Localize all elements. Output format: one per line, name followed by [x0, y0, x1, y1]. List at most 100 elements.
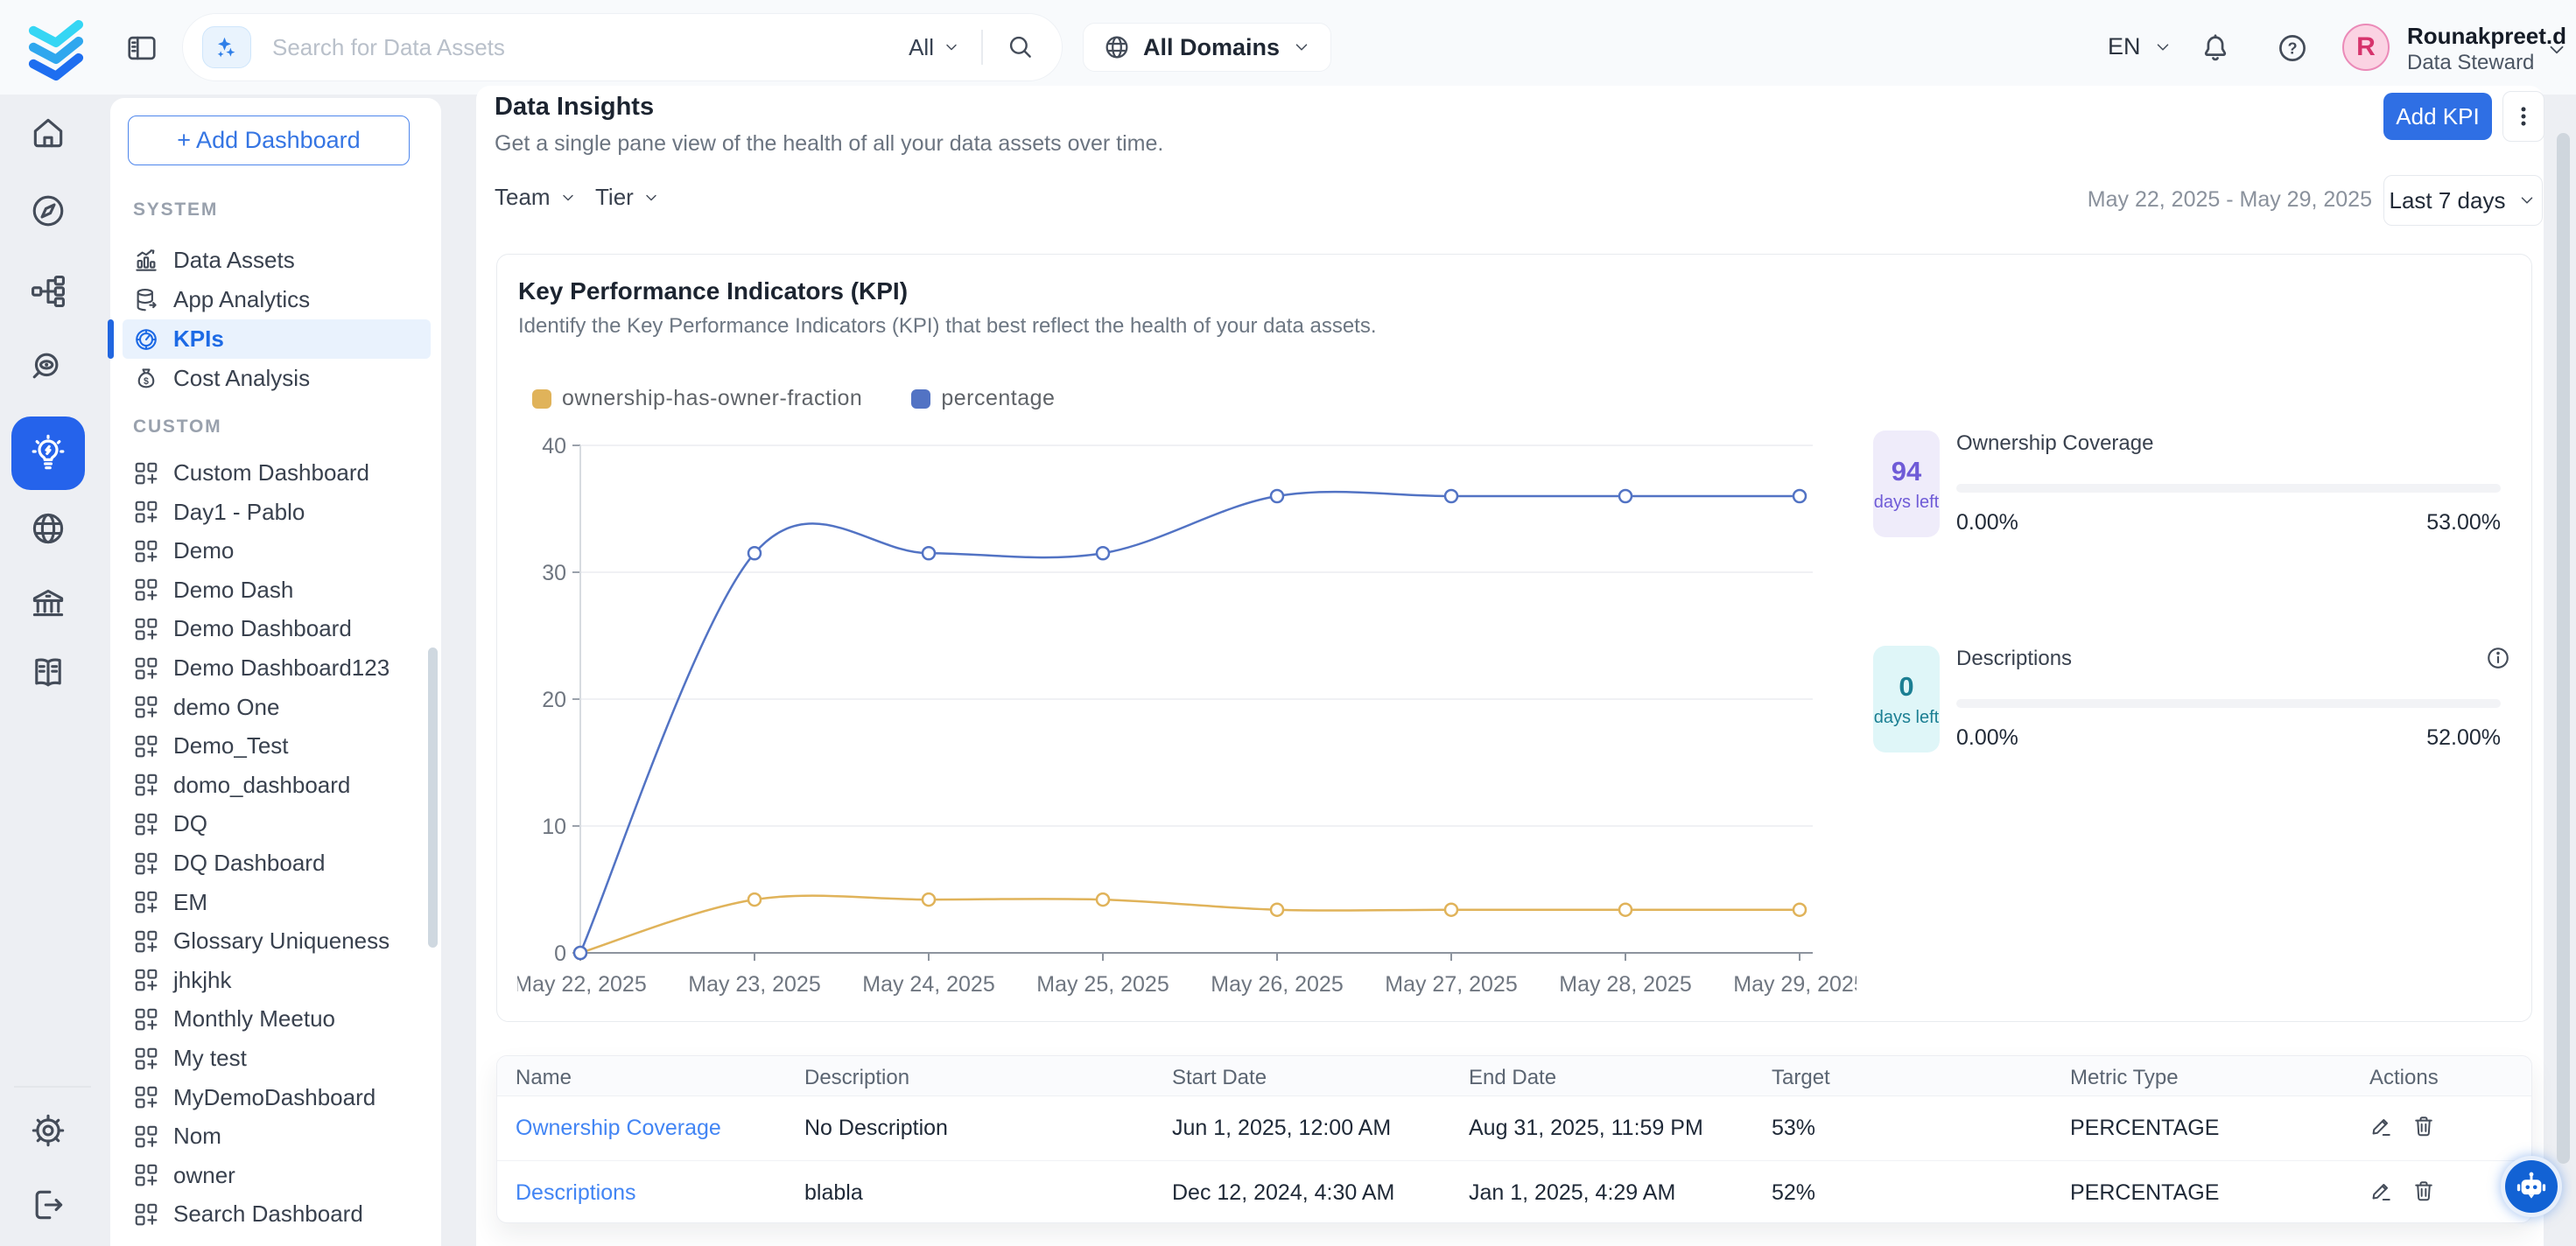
governance-bank-icon[interactable] [29, 584, 67, 622]
page-subtitle: Get a single pane view of the health of … [495, 131, 1163, 157]
top-bar: All All Domains EN [0, 0, 2576, 94]
sidebar-item-custom-dashboard[interactable]: Custom Dashboard [123, 453, 431, 493]
info-icon[interactable] [2485, 645, 2511, 671]
sidebar-item-cost-analysis[interactable]: $ Cost Analysis [123, 359, 431, 398]
globe-icon[interactable] [29, 509, 67, 548]
col-header-target: Target [1772, 1066, 1830, 1090]
chevron-down-icon [2517, 191, 2537, 210]
docs-book-icon[interactable] [29, 654, 67, 692]
global-search-bar[interactable]: All [182, 13, 1063, 81]
days-left-badge: 0 days left [1873, 646, 1940, 752]
tier-filter-label: Tier [595, 184, 634, 211]
sidebar-item-day1-pablo[interactable]: Day1 - Pablo [123, 493, 431, 532]
tier-filter-dropdown[interactable]: Tier [595, 184, 660, 211]
time-range-dropdown[interactable]: Last 7 days [2383, 175, 2543, 226]
kpi-end-date-cell: Jan 1, 2025, 4:29 AM [1469, 1180, 1675, 1206]
add-kpi-button[interactable]: Add KPI [2383, 93, 2492, 140]
chevron-down-icon [2153, 38, 2172, 57]
search-icon[interactable] [1006, 32, 1035, 62]
progress-target: 52.00% [2426, 725, 2501, 751]
sidebar-item-jhkjhk[interactable]: jhkjhk [123, 961, 431, 1000]
dashboards-sidebar: + Add Dashboard SYSTEM Data Assets App A… [110, 98, 441, 1246]
svg-text:$: $ [144, 376, 149, 387]
search-scope-dropdown[interactable]: All [909, 34, 960, 61]
chevron-down-icon [642, 189, 660, 206]
delete-trash-icon[interactable] [2411, 1179, 2436, 1203]
svg-text:May 26, 2025: May 26, 2025 [1211, 972, 1344, 997]
team-filter-dropdown[interactable]: Team [495, 184, 577, 211]
col-header-actions: Actions [2369, 1066, 2439, 1090]
kpi-line-chart[interactable]: 010203040May 22, 2025May 23, 2025May 24,… [517, 410, 1857, 998]
svg-text:30: 30 [542, 561, 566, 585]
sidebar-item-label: Cost Analysis [173, 365, 310, 392]
progress-current: 0.00% [1956, 725, 2018, 751]
app-logo-icon[interactable] [19, 14, 93, 80]
language-selector[interactable]: EN [2108, 33, 2172, 60]
search-input[interactable] [270, 33, 888, 62]
notifications-bell-icon[interactable] [2199, 32, 2232, 65]
sidebar-item-em[interactable]: EM [123, 883, 431, 922]
globe-icon [1103, 33, 1131, 61]
sidebar-item-kpis[interactable]: KPIs [123, 319, 431, 359]
help-icon[interactable]: ? [2276, 32, 2309, 65]
sidebar-toggle-icon[interactable] [124, 32, 159, 65]
sidebar-item-nom[interactable]: Nom [123, 1116, 431, 1156]
sidebar-item-glossary-uniqueness[interactable]: Glossary Uniqueness [123, 921, 431, 961]
sidebar-item-domo-dashboard[interactable]: domo_dashboard [123, 766, 431, 805]
user-avatar[interactable]: R [2342, 24, 2390, 71]
sidebar-item-label: App Analytics [173, 286, 310, 313]
domain-selector-label: All Domains [1143, 34, 1280, 61]
more-options-kebab-button[interactable] [2502, 91, 2544, 142]
sidebar-item-monthly-meetuo[interactable]: Monthly Meetuo [123, 999, 431, 1039]
kpi-metric-type-cell: PERCENTAGE [2070, 1180, 2219, 1206]
sidebar-item-dq[interactable]: DQ [123, 804, 431, 844]
kpi-table: Name Description Start Date End Date Tar… [496, 1055, 2532, 1223]
sidebar-item-owner[interactable]: owner [123, 1156, 431, 1195]
sidebar-item-label: Data Assets [173, 247, 295, 274]
compass-icon[interactable] [29, 192, 67, 230]
discover-eye-search-icon[interactable] [29, 348, 67, 387]
domain-selector[interactable]: All Domains [1083, 23, 1331, 72]
kebab-dots-icon [2510, 103, 2537, 130]
progress-target: 53.00% [2426, 510, 2501, 536]
edit-pencil-icon[interactable] [2369, 1114, 2394, 1138]
sidebar-scrollbar[interactable] [428, 648, 438, 948]
home-icon[interactable] [29, 114, 67, 152]
ai-sparkle-icon[interactable] [202, 26, 251, 68]
lineage-icon[interactable] [29, 272, 67, 311]
sidebar-item-demo-dash[interactable]: Demo Dash [123, 570, 431, 610]
sidebar-item-data-assets[interactable]: Data Assets [123, 241, 431, 280]
svg-text:40: 40 [542, 434, 566, 458]
sidebar-item-demo-dashboard123[interactable]: Demo Dashboard123 [123, 648, 431, 688]
page-scrollbar[interactable] [2557, 133, 2570, 1164]
chatbot-button[interactable] [2501, 1156, 2562, 1217]
sidebar-item-my-test[interactable]: My test [123, 1039, 431, 1078]
sidebar-item-dq-dashboard[interactable]: DQ Dashboard [123, 844, 431, 883]
sidebar-item-demo[interactable]: Demo [123, 531, 431, 570]
kpi-name-link[interactable]: Ownership Coverage [516, 1116, 721, 1141]
progress-current: 0.00% [1956, 510, 2018, 536]
sidebar-item-label: KPIs [173, 326, 224, 353]
legend-item-percentage[interactable]: percentage [911, 386, 1055, 411]
sidebar-item-demo-test[interactable]: Demo_Test [123, 726, 431, 766]
kpi-name-link[interactable]: Descriptions [516, 1180, 636, 1206]
logout-icon[interactable] [29, 1186, 67, 1224]
insights-active-tile[interactable] [11, 416, 85, 490]
sidebar-item-demo-dashboard[interactable]: Demo Dashboard [123, 609, 431, 648]
legend-swatch-blue [911, 389, 930, 409]
legend-item-ownership[interactable]: ownership-has-owner-fraction [532, 386, 862, 411]
svg-text:?: ? [2287, 40, 2297, 58]
svg-text:May 25, 2025: May 25, 2025 [1036, 972, 1169, 997]
edit-pencil-icon[interactable] [2369, 1179, 2394, 1203]
settings-gear-icon[interactable] [29, 1111, 67, 1150]
delete-trash-icon[interactable] [2411, 1114, 2436, 1138]
sidebar-item-app-analytics[interactable]: App Analytics [123, 280, 431, 319]
sidebar-item-search-dashboard[interactable]: Search Dashboard [123, 1194, 431, 1234]
sidebar-item-demo-one[interactable]: demo One [123, 688, 431, 727]
sidebar-item-mydemodashboard[interactable]: MyDemoDashboard [123, 1078, 431, 1117]
svg-text:May 29, 2025: May 29, 2025 [1733, 972, 1857, 997]
add-dashboard-button[interactable]: + Add Dashboard [128, 116, 410, 165]
svg-text:May 23, 2025: May 23, 2025 [688, 972, 821, 997]
user-name: Rounakpreet.d [2407, 23, 2566, 50]
user-menu-chevron-icon[interactable] [2545, 38, 2568, 61]
